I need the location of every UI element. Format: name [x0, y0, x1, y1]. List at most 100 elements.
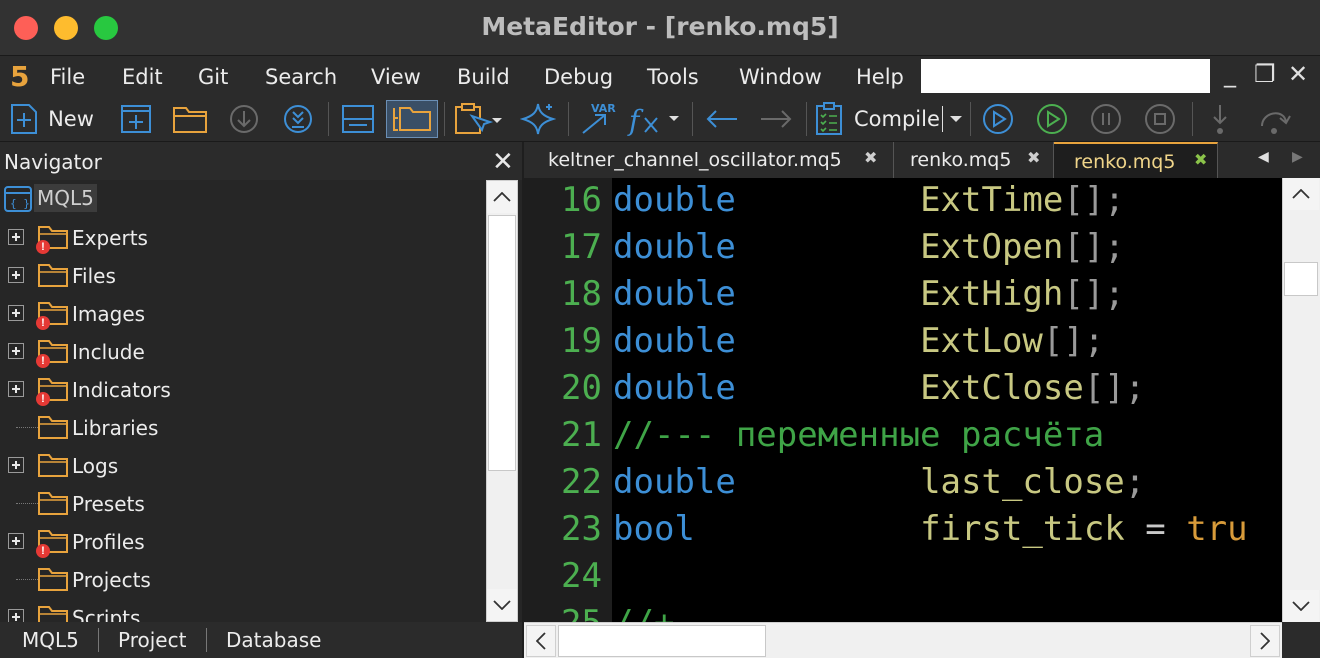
scroll-down-button[interactable]	[487, 589, 517, 621]
code-line[interactable]: 16 double ExtTime[];	[524, 180, 1282, 227]
menu-debug[interactable]: Debug	[544, 65, 613, 89]
editor-vertical-scrollbar[interactable]	[1282, 178, 1320, 622]
menu-search[interactable]: Search	[265, 65, 337, 89]
scroll-up-button[interactable]	[487, 181, 517, 213]
navigator-scrollbar[interactable]	[486, 180, 518, 622]
editor-tab-label: renko.mq5	[910, 149, 1012, 171]
editor-tab-renko[interactable]: renko.mq5 ✖	[894, 142, 1054, 178]
compile-button[interactable]: Compile	[814, 100, 964, 138]
stop-debug-button[interactable]	[1140, 100, 1180, 138]
close-doc-icon[interactable]: ✕	[1288, 60, 1308, 88]
debug-history-button[interactable]	[978, 100, 1018, 138]
code-type-keyword: bool	[613, 509, 695, 549]
scroll-right-button[interactable]	[1250, 625, 1280, 657]
save-button[interactable]	[226, 100, 262, 138]
code-editor[interactable]: 16 double ExtTime[]; 17 double ExtOpen[]; 18…	[524, 178, 1282, 622]
menu-window[interactable]: Window	[739, 65, 822, 89]
menu-view[interactable]: View	[371, 65, 421, 89]
insert-function-button[interactable]: f	[626, 100, 684, 138]
compile-button-label: Compile	[854, 107, 940, 131]
close-navigator-icon[interactable]: ✕	[492, 146, 514, 177]
step-into-button[interactable]	[1200, 100, 1240, 138]
code-line[interactable]: 17 double ExtOpen[];	[524, 227, 1282, 274]
menu-file[interactable]: File	[50, 65, 85, 89]
tree-item[interactable]: Libraries	[0, 408, 486, 446]
tabs-scroll-right-icon[interactable]: ▶	[1292, 148, 1303, 165]
folder-icon	[38, 262, 68, 293]
minimize-doc-icon[interactable]: _	[1224, 60, 1236, 88]
editor-tab-keltner[interactable]: keltner_channel_oscillator.mq5 ✖	[524, 142, 894, 178]
new-window-button[interactable]	[118, 100, 154, 138]
menu-edit[interactable]: Edit	[122, 65, 163, 89]
expand-plus-icon[interactable]	[8, 609, 24, 622]
scroll-thumb[interactable]	[558, 625, 766, 657]
menu-tools[interactable]: Tools	[647, 65, 699, 89]
error-badge-icon: !	[36, 544, 50, 558]
expand-plus-icon[interactable]	[8, 267, 24, 283]
menu-search-input[interactable]	[921, 59, 1210, 93]
paste-dropdown-button[interactable]	[450, 100, 506, 138]
new-button[interactable]: New	[6, 100, 98, 138]
expand-plus-icon[interactable]	[8, 457, 24, 473]
scroll-thumb[interactable]	[1284, 262, 1318, 296]
tree-item[interactable]: ! Profiles	[0, 522, 486, 560]
code-line[interactable]: 21 //--- переменные расчёта	[524, 415, 1282, 462]
editor-horizontal-scrollbar[interactable]	[524, 622, 1282, 658]
expand-plus-icon[interactable]	[8, 305, 24, 321]
menu-git[interactable]: Git	[198, 65, 228, 89]
scroll-left-button[interactable]	[526, 625, 556, 657]
tree-item[interactable]: ! Experts	[0, 218, 486, 256]
menu-help[interactable]: Help	[856, 65, 904, 89]
tree-root-mql5[interactable]: { } MQL5	[0, 180, 486, 218]
save-all-button[interactable]	[280, 100, 316, 138]
error-badge-icon: !	[36, 392, 50, 406]
step-over-button[interactable]	[1254, 100, 1294, 138]
scroll-thumb[interactable]	[488, 215, 516, 471]
navigator-toggle-button[interactable]	[386, 100, 438, 138]
close-tab-icon[interactable]: ✖	[864, 148, 877, 168]
close-tab-icon[interactable]: ✖	[1027, 148, 1040, 168]
tree-item[interactable]: ! Indicators	[0, 370, 486, 408]
tab-project[interactable]: Project	[118, 628, 186, 652]
toolbox-toggle-button[interactable]	[338, 100, 378, 138]
expand-plus-icon[interactable]	[8, 229, 24, 245]
insert-variable-button[interactable]: VAR	[576, 100, 618, 138]
close-tab-icon[interactable]: ✖	[1194, 150, 1207, 170]
tab-database[interactable]: Database	[226, 628, 321, 652]
compile-dropdown-icon[interactable]	[949, 114, 963, 124]
tree-item[interactable]: ! Include	[0, 332, 486, 370]
scroll-up-button[interactable]	[1283, 178, 1319, 210]
compile-checklist-icon	[816, 102, 842, 135]
code-line[interactable]: 18 double ExtHigh[];	[524, 274, 1282, 321]
expand-plus-icon[interactable]	[8, 343, 24, 359]
start-debug-button[interactable]	[1032, 100, 1072, 138]
tabs-scroll-left-icon[interactable]: ◀	[1258, 148, 1269, 165]
tree-item[interactable]: Presets	[0, 484, 486, 522]
pause-debug-button[interactable]	[1086, 100, 1126, 138]
tree-item-label: Include	[72, 340, 145, 364]
tree-item[interactable]: Scripts	[0, 598, 486, 622]
code-line[interactable]: 19 double ExtLow[];	[524, 321, 1282, 368]
code-line[interactable]: 20 double ExtClose[];	[524, 368, 1282, 415]
code-line[interactable]: 24	[524, 556, 1282, 603]
tab-mql5[interactable]: MQL5	[22, 628, 79, 652]
code-line[interactable]: 23 bool first_tick = tru	[524, 509, 1282, 556]
code-line[interactable]: 25 //+	[524, 603, 1282, 622]
expand-plus-icon[interactable]	[8, 381, 24, 397]
restore-doc-icon[interactable]: ❐	[1254, 60, 1276, 88]
code-type-keyword: double	[613, 462, 736, 502]
navigate-back-button[interactable]	[702, 100, 742, 138]
mql5-root-icon: { }	[4, 186, 32, 212]
navigate-forward-button[interactable]	[756, 100, 796, 138]
scroll-down-button[interactable]	[1283, 590, 1319, 622]
open-button[interactable]	[170, 100, 210, 138]
tree-item[interactable]: Logs	[0, 446, 486, 484]
tree-item[interactable]: ! Images	[0, 294, 486, 332]
tree-item[interactable]: Projects	[0, 560, 486, 598]
ai-assistant-button[interactable]	[518, 100, 558, 138]
tree-item[interactable]: Files	[0, 256, 486, 294]
editor-tab-renko-active[interactable]: renko.mq5 ✖	[1054, 142, 1218, 178]
expand-plus-icon[interactable]	[8, 533, 24, 549]
menu-build[interactable]: Build	[457, 65, 510, 89]
code-line[interactable]: 22 double last_close;	[524, 462, 1282, 509]
